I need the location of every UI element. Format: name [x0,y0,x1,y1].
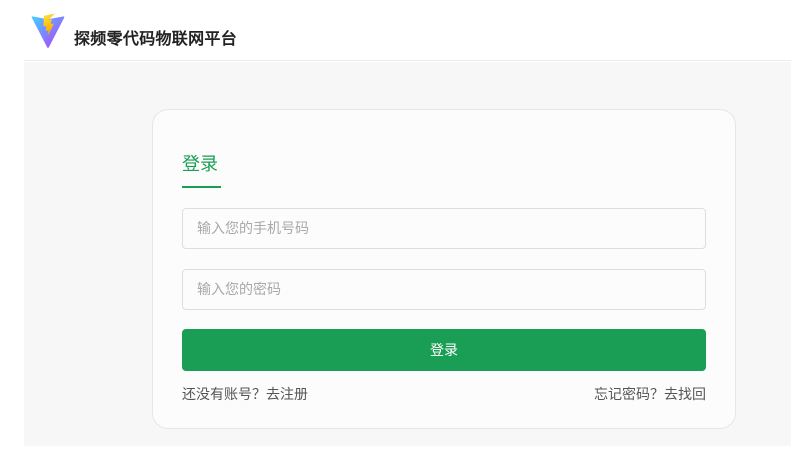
site-title: 探频零代码物联网平台 [74,29,238,48]
login-button[interactable]: 登录 [182,329,706,371]
top-header: 探频零代码物联网平台 [24,0,791,61]
password-input[interactable] [182,269,706,310]
tab-active-underline [182,186,221,188]
phone-number-input[interactable] [182,208,706,249]
vite-lightning-logo-icon[interactable] [31,13,65,49]
login-card: 登录 登录 还没有账号？去注册 忘记密码？去找回 [152,109,736,429]
register-link[interactable]: 还没有账号？去注册 [182,384,308,404]
login-tab-title[interactable]: 登录 [182,150,218,176]
forgot-password-link[interactable]: 忘记密码？去找回 [594,384,706,404]
